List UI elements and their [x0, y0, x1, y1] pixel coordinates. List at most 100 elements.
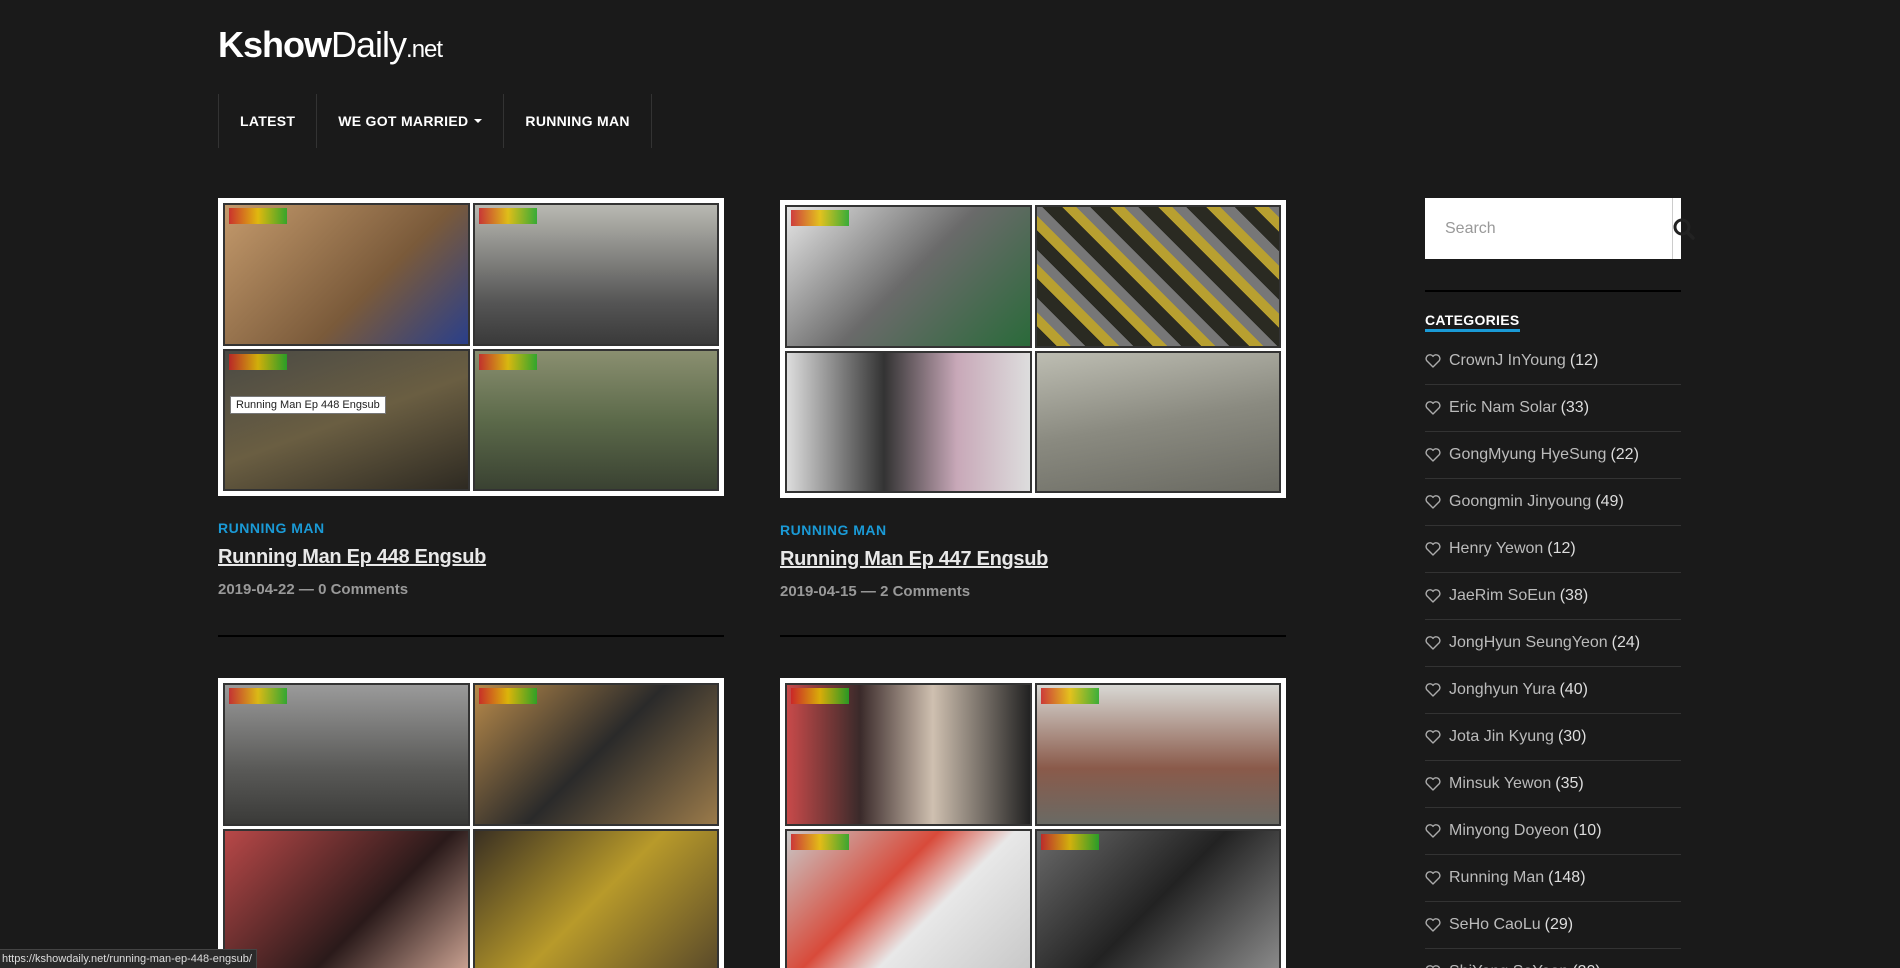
thumbnail-frame — [1034, 205, 1281, 348]
show-logo-icon — [791, 210, 849, 226]
show-logo-icon — [478, 353, 537, 370]
search-input[interactable] — [1425, 198, 1672, 259]
category-item: GongMyung HyeSung (22) — [1425, 432, 1681, 479]
logo-light: Daily — [331, 24, 407, 65]
sidebar-separator — [1425, 290, 1681, 292]
category-item: SeHo CaoLu (29) — [1425, 902, 1681, 949]
category-link[interactable]: Minsuk Yewon — [1449, 775, 1551, 793]
category-link[interactable]: SeHo CaoLu — [1449, 916, 1541, 934]
thumbnail-frame — [472, 828, 719, 968]
post-thumbnail[interactable] — [780, 200, 1286, 498]
post-thumbnail[interactable] — [218, 678, 724, 968]
thumbnail-frame — [1034, 683, 1281, 826]
category-count: (30) — [1557, 728, 1587, 745]
heart-icon — [1425, 824, 1441, 838]
category-link[interactable]: Running Man — [1449, 869, 1544, 887]
chevron-down-icon — [474, 119, 483, 123]
category-count: (24) — [1611, 634, 1641, 651]
main-nav: LATEST WE GOT MARRIED RUNNING MAN — [218, 94, 652, 148]
search-form — [1425, 198, 1695, 259]
heart-icon — [1425, 730, 1441, 744]
category-link[interactable]: Jota Jin Kyung — [1449, 728, 1554, 746]
nav-we-got-married-label: WE GOT MARRIED — [338, 113, 469, 129]
post-thumbnail[interactable] — [780, 678, 1286, 968]
thumbnail-frame — [223, 348, 470, 491]
thumbnail-frame — [472, 203, 719, 346]
post-title-link[interactable]: Running Man Ep 447 Engsub — [780, 548, 1286, 571]
thumbnail-frame — [785, 205, 1032, 348]
thumbnail-frame — [785, 350, 1032, 493]
show-logo-icon — [478, 208, 537, 224]
post-meta: 2019-04-15 — 2 Comments — [780, 583, 971, 600]
category-link[interactable]: Goongmin Jinyoung — [1449, 493, 1591, 511]
post-card: RUNNING MAN Running Man Ep 447 Engsub 20… — [780, 200, 1286, 600]
site-logo[interactable]: KshowDaily.net — [218, 24, 443, 66]
heart-icon — [1425, 401, 1441, 415]
post-date: 2019-04-15 — [780, 583, 857, 600]
category-count: (12) — [1547, 540, 1576, 557]
link-tooltip: Running Man Ep 448 Engsub — [230, 396, 386, 414]
post-divider — [218, 635, 724, 637]
heart-icon — [1425, 871, 1441, 885]
category-count: (20) — [1572, 963, 1600, 968]
show-logo-icon — [791, 688, 849, 704]
post-category-link[interactable]: RUNNING MAN — [780, 522, 1286, 538]
thumbnail-frame — [785, 683, 1032, 826]
category-item: Goongmin Jinyoung (49) — [1425, 479, 1681, 526]
show-logo-icon — [478, 688, 537, 704]
status-bar-url: https://kshowdaily.net/running-man-ep-44… — [0, 949, 257, 968]
category-count: (29) — [1544, 916, 1574, 933]
category-item: Running Man (148) — [1425, 855, 1681, 902]
post-title-link[interactable]: Running Man Ep 448 Engsub — [218, 546, 724, 569]
category-link[interactable]: Eric Nam Solar — [1449, 399, 1557, 417]
category-link[interactable]: Minyong Doyeon — [1449, 822, 1569, 840]
category-count: (40) — [1559, 681, 1588, 698]
post-divider — [780, 635, 1286, 637]
post-date: 2019-04-22 — [218, 581, 295, 598]
post-category-link[interactable]: RUNNING MAN — [218, 520, 724, 536]
category-link[interactable]: ShiYang SoYeon — [1449, 963, 1568, 968]
thumbnail-frame — [1034, 828, 1281, 968]
nav-latest[interactable]: LATEST — [218, 94, 318, 148]
category-link[interactable]: Jonghyun Yura — [1449, 681, 1555, 699]
heart-icon — [1425, 589, 1441, 603]
category-item: CrownJ InYoung (12) — [1425, 338, 1681, 385]
category-link[interactable]: CrownJ InYoung — [1449, 352, 1566, 370]
category-item: ShiYang SoYeon (20) — [1425, 949, 1681, 968]
thumbnail-frame — [1034, 350, 1281, 493]
category-item: Minyong Doyeon (10) — [1425, 808, 1681, 855]
post-comments-link[interactable]: 2 Comments — [880, 583, 970, 600]
show-logo-icon — [1040, 833, 1099, 850]
show-logo-icon — [229, 208, 287, 224]
thumbnail-frame — [785, 828, 1032, 968]
heart-icon — [1425, 354, 1441, 368]
category-link[interactable]: GongMyung HyeSung — [1449, 446, 1606, 464]
thumbnail-frame — [223, 828, 470, 968]
post-meta: 2019-04-22 — 0 Comments — [218, 581, 409, 598]
post-comments-link[interactable]: 0 Comments — [318, 581, 408, 598]
thumbnail-frame — [223, 203, 470, 346]
post-card — [218, 678, 724, 968]
heart-icon — [1425, 918, 1441, 932]
categories-list: CrownJ InYoung (12) Eric Nam Solar (33) Gong… — [1425, 338, 1681, 968]
nav-we-got-married[interactable]: WE GOT MARRIED — [316, 94, 505, 148]
nav-running-man[interactable]: RUNNING MAN — [503, 94, 652, 148]
heart-icon — [1425, 636, 1441, 650]
logo-bold: Kshow — [218, 24, 332, 65]
category-link[interactable]: JongHyun SeungYeon — [1449, 634, 1608, 652]
show-logo-icon — [791, 833, 849, 850]
category-link[interactable]: Henry Yewon — [1449, 540, 1543, 558]
category-count: (12) — [1569, 352, 1599, 369]
show-logo-icon — [229, 353, 287, 370]
search-button[interactable] — [1672, 198, 1695, 259]
category-count: (38) — [1559, 587, 1589, 604]
nav-running-man-label: RUNNING MAN — [525, 113, 630, 129]
thumbnail-frame — [472, 683, 719, 826]
post-thumbnail[interactable] — [218, 198, 724, 496]
heart-icon — [1425, 542, 1441, 556]
heart-icon — [1425, 495, 1441, 509]
category-item: Jota Jin Kyung (30) — [1425, 714, 1681, 761]
sidebar: CATEGORIES CrownJ InYoung(12)Eric Nam So… — [1425, 198, 1695, 968]
category-link[interactable]: JaeRim SoEun — [1449, 587, 1556, 605]
category-count: (49) — [1595, 493, 1624, 510]
